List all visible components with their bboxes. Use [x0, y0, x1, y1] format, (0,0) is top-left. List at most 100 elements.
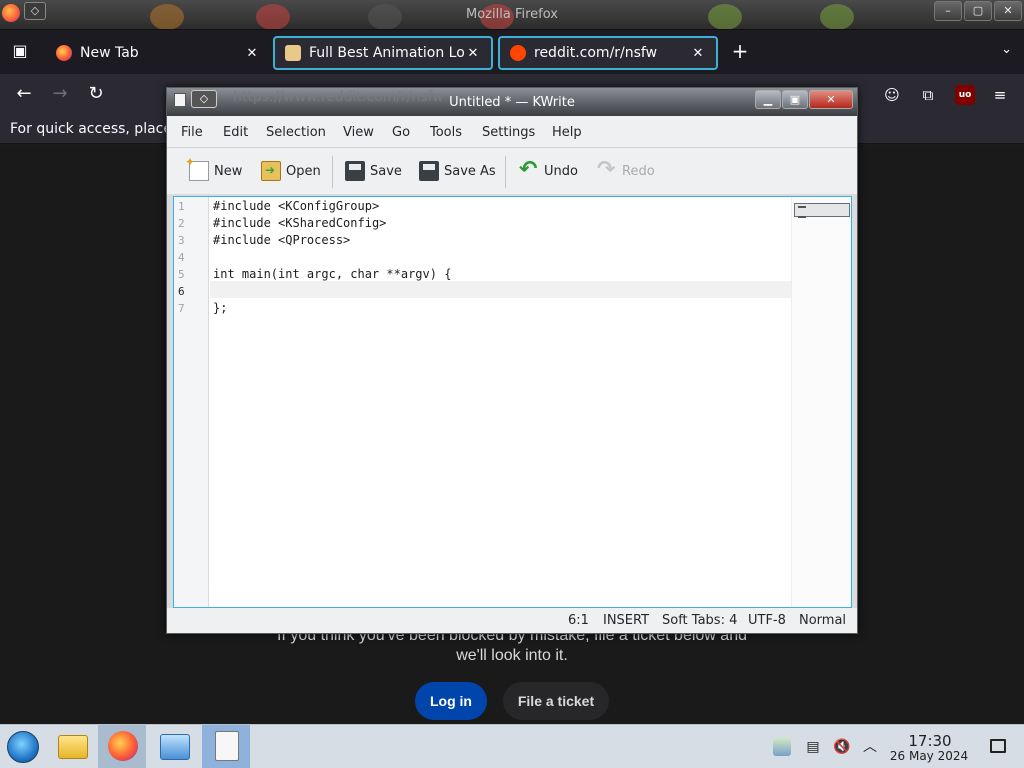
undo-icon	[519, 157, 539, 182]
close-button[interactable]: ✕	[809, 90, 853, 109]
page-favicon-icon	[285, 45, 301, 61]
encoding-setting[interactable]: UTF-8	[748, 613, 786, 628]
network-icon[interactable]	[773, 738, 791, 756]
redo-button[interactable]: Redo	[597, 157, 655, 182]
tab-list-icon[interactable]: ▣	[8, 40, 32, 64]
account-icon[interactable]: ☺	[882, 85, 902, 105]
taskbar-firefox[interactable]	[98, 725, 146, 768]
maximize-button[interactable]: ▢	[964, 1, 992, 21]
kwrite-window: https://www.reddit.com/r/nsfw ◇ Untitled…	[166, 87, 858, 634]
tab-label: New Tab	[80, 45, 139, 61]
tab-label: Full Best Animation Logo	[309, 45, 465, 61]
menu-bar: File Edit Selection View Go Tools Settin…	[167, 116, 857, 148]
main-toolbar: New Open Save Save As Undo Redo	[167, 148, 857, 194]
line-number: 7	[178, 302, 185, 315]
menu-file[interactable]: File	[181, 125, 203, 140]
taskbar-system-settings[interactable]	[150, 725, 198, 768]
menu-tools[interactable]: Tools	[430, 125, 462, 140]
minimap-scrollbar[interactable]	[791, 197, 851, 607]
code-line[interactable]: #include <KSharedConfig>	[213, 216, 386, 230]
save-as-icon	[419, 161, 439, 181]
toolbar-separator	[505, 156, 506, 188]
menu-help[interactable]: Help	[552, 125, 582, 140]
back-button[interactable]: ←	[12, 84, 36, 106]
menu-view[interactable]: View	[343, 125, 374, 140]
indentation-setting[interactable]: Soft Tabs: 4	[662, 613, 737, 628]
input-mode[interactable]: Normal	[799, 613, 846, 628]
minimize-button[interactable]: –	[934, 1, 962, 21]
folder-icon	[58, 735, 88, 759]
taskbar: ▤ 🔇 ︿ 17:30 26 May 2024	[0, 724, 1024, 768]
edit-mode[interactable]: INSERT	[603, 613, 649, 628]
line-number: 3	[178, 234, 185, 247]
menu-go[interactable]: Go	[392, 125, 410, 140]
line-number: 2	[178, 217, 185, 230]
cursor-position[interactable]: 6:1	[568, 613, 589, 628]
code-line[interactable]: };	[213, 301, 227, 315]
minimap-thumb[interactable]	[794, 203, 850, 218]
undo-button[interactable]: Undo	[519, 157, 578, 182]
open-button[interactable]: Open	[261, 160, 321, 182]
tab-animation-logo[interactable]: Full Best Animation Logo ✕	[273, 36, 493, 70]
reddit-icon	[510, 45, 526, 61]
file-ticket-button[interactable]: File a ticket	[503, 682, 609, 720]
clipboard-icon[interactable]: ▤	[804, 738, 822, 756]
redo-icon	[597, 157, 617, 182]
taskbar-kwrite[interactable]	[202, 725, 250, 768]
tab-bar: ▣ New Tab ✕ Full Best Animation Logo ✕ r…	[0, 30, 1024, 74]
save-as-label: Save As	[444, 163, 496, 179]
kwrite-titlebar[interactable]: https://www.reddit.com/r/nsfw ◇ Untitled…	[167, 88, 857, 116]
hamburger-menu-icon[interactable]: ≡	[990, 85, 1010, 105]
clock-date[interactable]: 26 May 2024	[888, 749, 970, 763]
tab-new-tab[interactable]: New Tab ✕	[46, 36, 270, 70]
system-settings-icon	[160, 734, 190, 760]
firefox-icon	[56, 45, 72, 61]
open-folder-icon	[261, 161, 281, 181]
code-line[interactable]: int main(int argc, char **argv) {	[213, 267, 451, 281]
ublock-icon[interactable]: uo	[955, 85, 975, 105]
tab-reddit[interactable]: reddit.com/r/nsfw ✕	[498, 36, 718, 70]
line-number-gutter: 1 2 3 4 5 6 7	[174, 197, 209, 607]
reload-button[interactable]: ↻	[84, 84, 108, 106]
blocked-message: we'll look into it.	[456, 647, 568, 664]
clock-time[interactable]: 17:30	[906, 732, 954, 750]
text-editor-area[interactable]: 1 2 3 4 5 6 7 #include <KConfigGroup> #i…	[173, 196, 852, 608]
minimize-button[interactable]: ▁	[755, 90, 781, 109]
line-number: 5	[178, 268, 185, 281]
new-document-icon	[185, 155, 209, 181]
menu-selection[interactable]: Selection	[266, 125, 326, 140]
tab-close-icon[interactable]: ✕	[465, 46, 481, 61]
firefox-titlebar: ◇ Mozilla Firefox – ▢ ✕	[0, 0, 1024, 30]
save-icon	[345, 161, 365, 181]
status-bar: 6:1 INSERT Soft Tabs: 4 UTF-8 Normal	[167, 608, 857, 633]
bookmarks-hint: For quick access, place	[10, 121, 172, 137]
menu-settings[interactable]: Settings	[482, 125, 535, 140]
chevron-down-icon[interactable]: ⌄	[1001, 42, 1012, 57]
start-orb-icon	[7, 731, 39, 763]
kwrite-icon	[215, 731, 239, 761]
menu-edit[interactable]: Edit	[223, 125, 248, 140]
line-number-current: 6	[178, 285, 185, 298]
forward-button[interactable]: →	[48, 84, 72, 106]
new-tab-button[interactable]: +	[728, 40, 752, 64]
login-button[interactable]: Log in	[415, 682, 487, 720]
save-button[interactable]: Save	[345, 160, 402, 182]
start-menu-button[interactable]	[0, 725, 48, 768]
new-button[interactable]: New	[185, 155, 242, 182]
code-line[interactable]: #include <QProcess>	[213, 233, 350, 247]
maximize-button[interactable]: ▣	[782, 90, 808, 109]
show-desktop-icon[interactable]	[990, 739, 1006, 753]
tab-close-icon[interactable]: ✕	[690, 46, 706, 61]
close-button[interactable]: ✕	[994, 1, 1022, 21]
volume-muted-icon[interactable]: 🔇	[833, 738, 851, 756]
extensions-icon[interactable]: ⧉	[918, 85, 938, 105]
taskbar-file-manager[interactable]	[48, 725, 96, 768]
current-line-highlight	[210, 281, 791, 298]
tray-expand-icon[interactable]: ︿	[861, 738, 879, 756]
save-as-button[interactable]: Save As	[419, 160, 496, 182]
firefox-icon	[108, 731, 138, 761]
undo-label: Undo	[544, 163, 578, 179]
tab-close-icon[interactable]: ✕	[244, 46, 260, 61]
code-line[interactable]: #include <KConfigGroup>	[213, 199, 379, 213]
open-label: Open	[286, 163, 321, 179]
